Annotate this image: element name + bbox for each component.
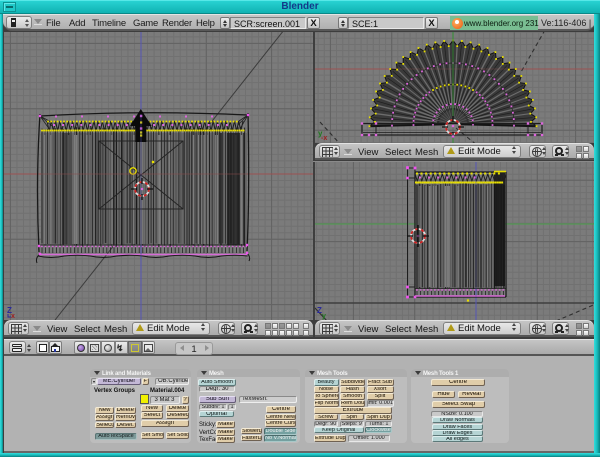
svg-text:y: y <box>322 313 326 320</box>
svg-text:-x: -x <box>321 135 327 142</box>
svg-text:x: x <box>11 313 15 320</box>
